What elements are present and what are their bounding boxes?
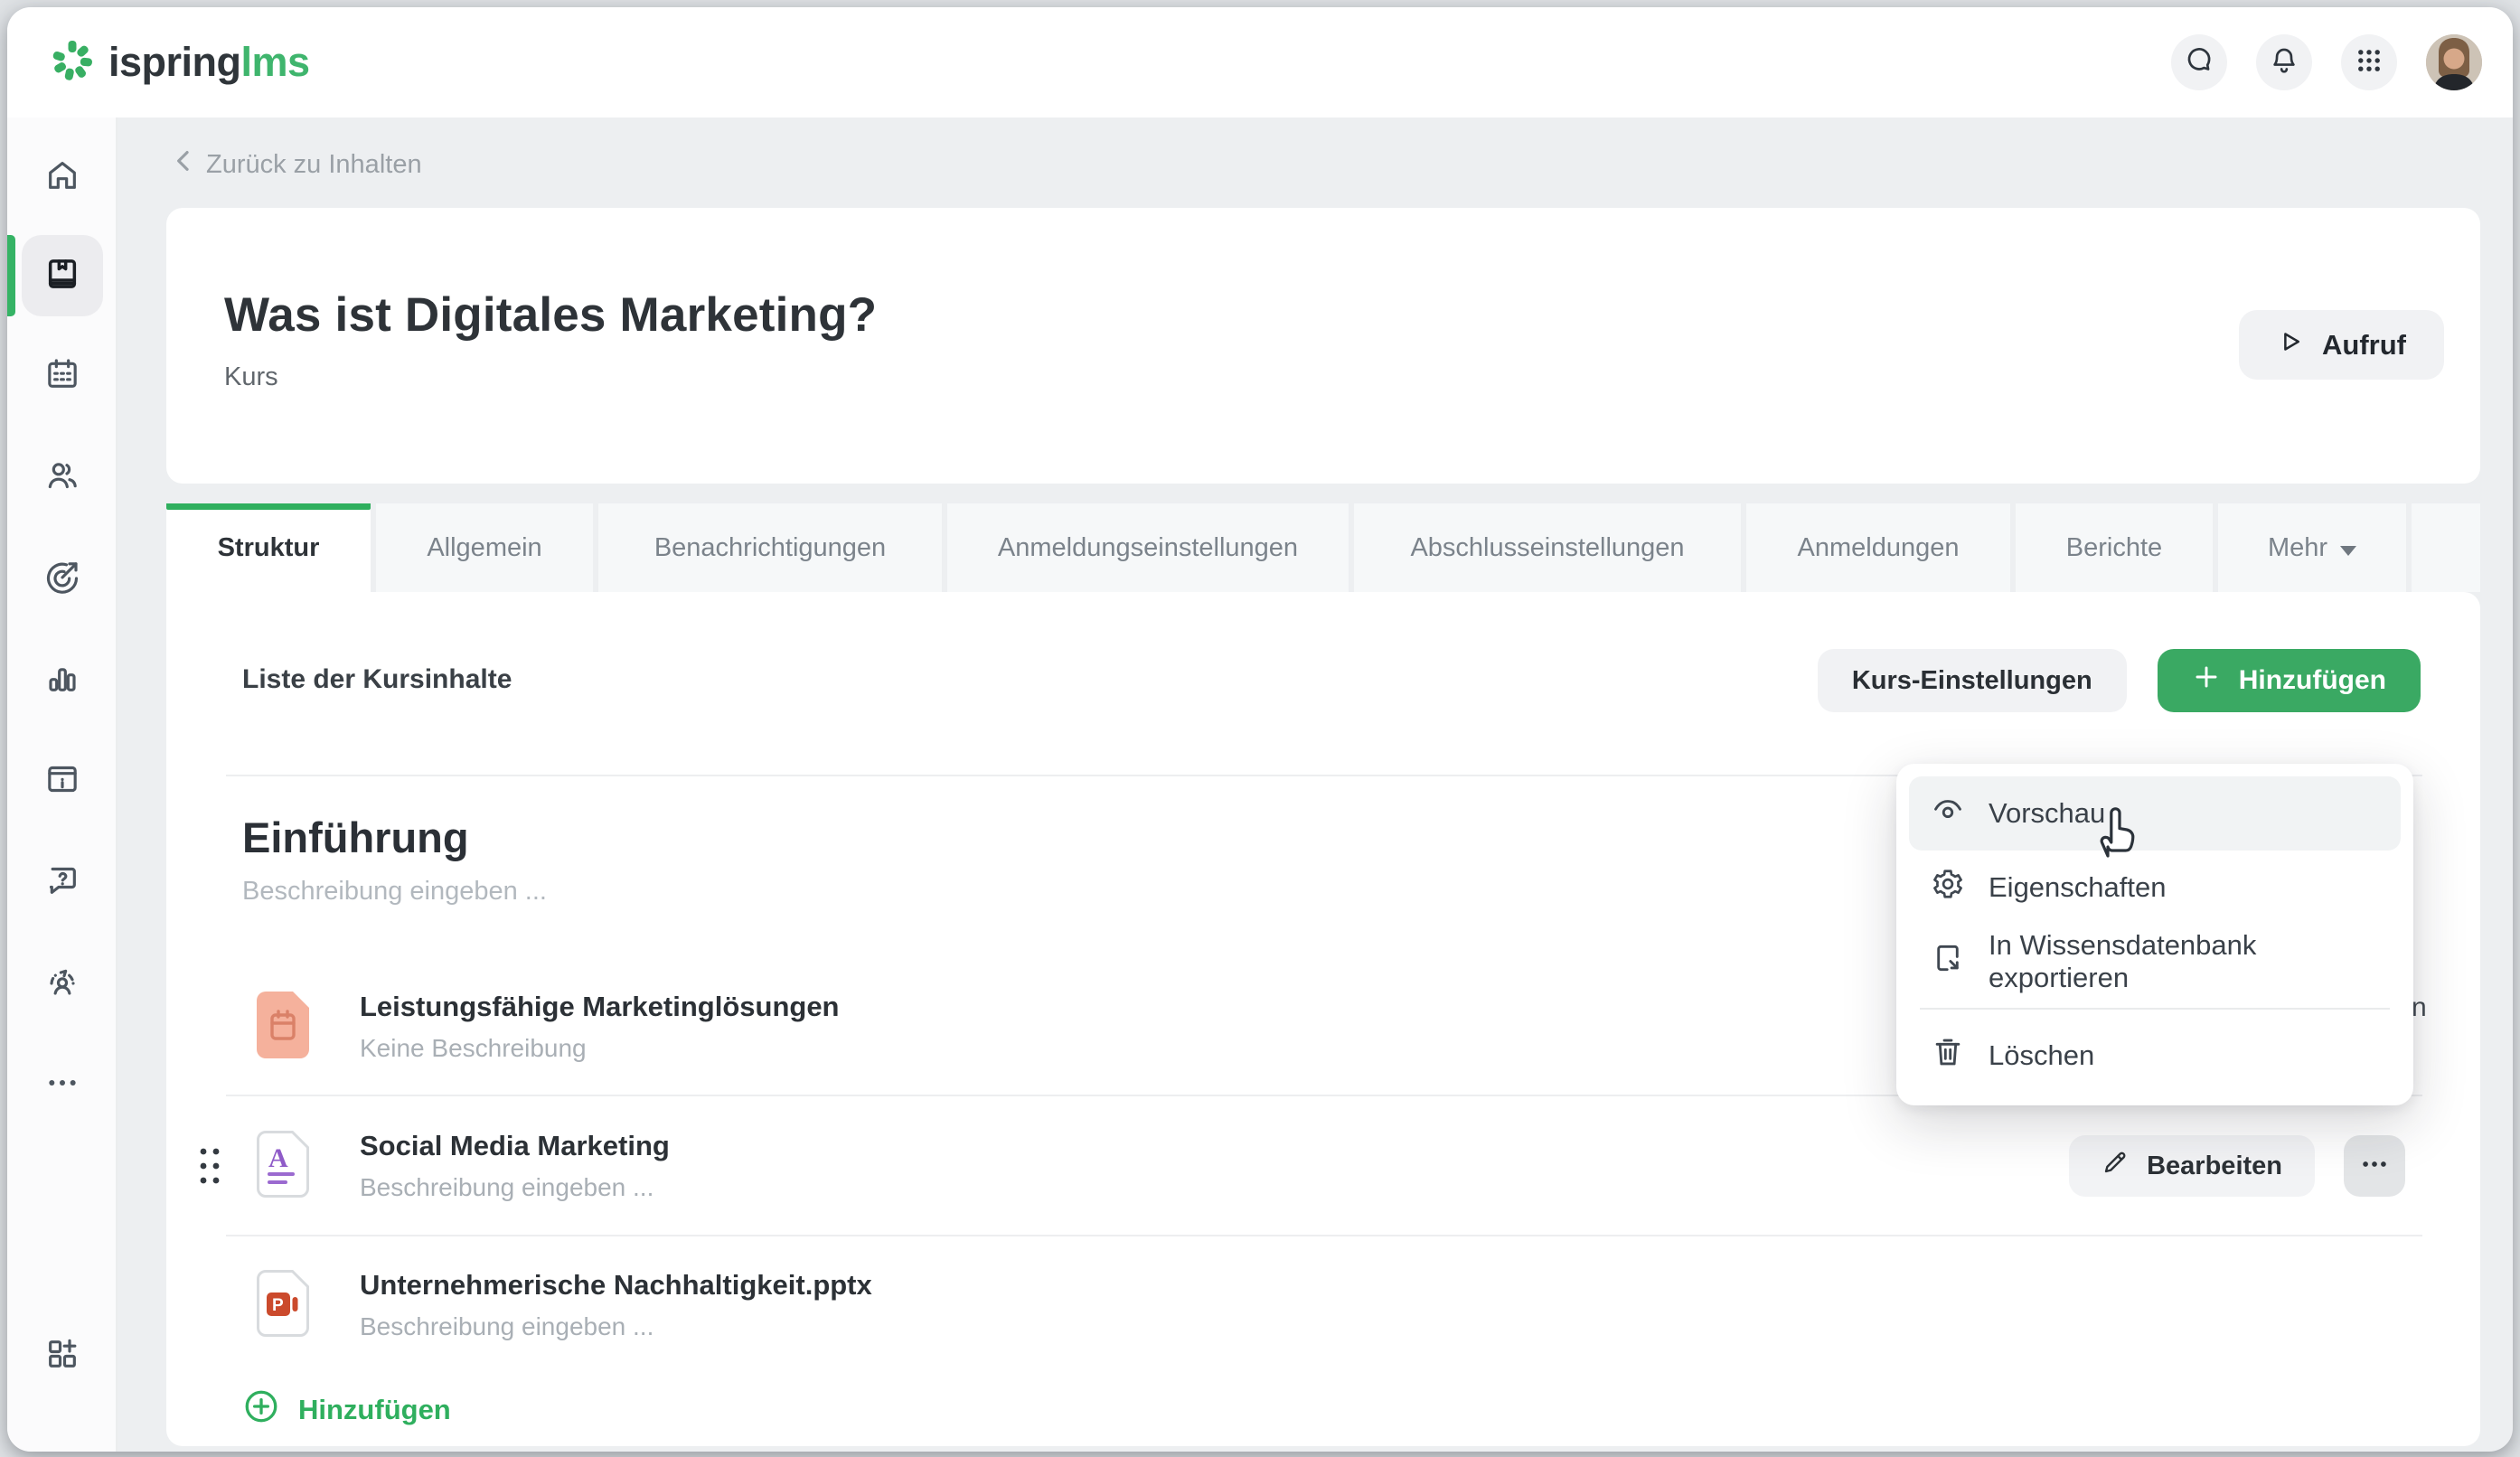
powerpoint-file-icon: P xyxy=(257,1270,309,1341)
list-title: Liste der Kursinhalte xyxy=(242,664,512,695)
add-content-button[interactable]: Hinzufügen xyxy=(2158,649,2421,712)
info-window-icon xyxy=(44,761,80,802)
play-icon xyxy=(2277,328,2304,362)
tab-berichte[interactable]: Berichte xyxy=(2016,503,2213,592)
bar-chart-icon xyxy=(44,660,80,700)
person-gauge-icon xyxy=(44,964,80,1004)
edit-button[interactable]: Bearbeiten xyxy=(2069,1135,2315,1197)
item-title: Social Media Marketing xyxy=(360,1130,670,1162)
book-icon xyxy=(44,256,80,296)
content-item-row[interactable]: P Unternehmerische Nachhaltigkeit.pptx B… xyxy=(166,1237,2480,1373)
item-description: Keine Beschreibung xyxy=(360,1034,840,1063)
plus-circle-icon xyxy=(242,1387,280,1433)
pencil-icon xyxy=(2102,1149,2129,1183)
grid-plus-icon xyxy=(44,1336,80,1377)
sidebar-item-goals[interactable] xyxy=(22,538,103,619)
calendar-icon xyxy=(44,356,80,397)
tab-benachrichtigungen[interactable]: Benachrichtigungen xyxy=(598,503,942,592)
course-tabs: Struktur Allgemein Benachrichtigungen An… xyxy=(166,503,2480,592)
menu-divider xyxy=(1920,1008,2390,1010)
bell-icon xyxy=(2269,45,2299,80)
sidebar-item-users[interactable] xyxy=(22,437,103,518)
chat-button[interactable] xyxy=(2171,34,2227,90)
tab-anmeldungseinstellungen[interactable]: Anmeldungseinstellungen xyxy=(947,503,1349,592)
sidebar xyxy=(7,118,118,1452)
trash-icon xyxy=(1931,1035,1965,1076)
menu-item-loeschen[interactable]: Löschen xyxy=(1909,1019,2401,1093)
sidebar-item-supervision[interactable] xyxy=(22,943,103,1024)
drag-handle[interactable] xyxy=(197,1145,222,1191)
sidebar-active-indicator xyxy=(7,235,15,316)
sidebar-item-reports[interactable] xyxy=(22,639,103,720)
ispring-flower-icon xyxy=(51,39,94,87)
topbar-actions xyxy=(2171,34,2482,90)
brand-logo[interactable]: ispringlms xyxy=(51,39,310,87)
menu-item-vorschau[interactable]: Vorschau xyxy=(1909,776,2401,851)
breadcrumb-back[interactable]: Zurück zu Inhalten xyxy=(174,146,2480,183)
user-avatar[interactable] xyxy=(2426,34,2482,90)
app-window: ispringlms xyxy=(7,7,2513,1452)
tab-abschlusseinstellungen[interactable]: Abschlusseinstellungen xyxy=(1354,503,1741,592)
eye-icon xyxy=(1931,793,1965,834)
svg-text:P: P xyxy=(272,1296,284,1315)
target-arrow-icon xyxy=(44,559,80,599)
interaction-file-icon xyxy=(257,992,309,1063)
tab-anmeldungen[interactable]: Anmeldungen xyxy=(1746,503,2010,592)
apps-grid-icon xyxy=(2354,45,2384,80)
sidebar-item-home[interactable] xyxy=(22,136,103,218)
chapter-description-placeholder[interactable]: Beschreibung eingeben ... xyxy=(242,877,547,907)
breadcrumb-label: Zurück zu Inhalten xyxy=(206,150,422,180)
svg-text:A: A xyxy=(268,1143,288,1173)
content-head-actions: Kurs-Einstellungen Hinzufügen xyxy=(1818,649,2421,712)
sidebar-item-apps[interactable] xyxy=(22,1315,103,1396)
apps-button[interactable] xyxy=(2341,34,2397,90)
app-screenshot: ispringlms xyxy=(0,0,2520,1457)
sidebar-item-courses[interactable] xyxy=(22,235,103,316)
row-actions: Bearbeiten xyxy=(2069,1135,2405,1197)
sidebar-item-more[interactable] xyxy=(22,1044,103,1125)
divider xyxy=(226,1235,2422,1236)
menu-item-export[interactable]: In Wissensdatenbank exportieren xyxy=(1909,925,2401,999)
occluded-label-fragment: n xyxy=(2412,992,2427,1023)
plus-icon xyxy=(2192,663,2221,699)
chapter-header[interactable]: Einführung Beschreibung eingeben ... xyxy=(242,813,547,907)
content-type-label: Kurs xyxy=(224,362,2480,392)
chapter-title: Einführung xyxy=(242,813,547,862)
topbar: ispringlms xyxy=(7,7,2513,118)
course-header-card: Was ist Digitales Marketing? Kurs Aufruf xyxy=(166,208,2480,484)
content-item-row[interactable]: A Social Media Marketing Beschreibung ei… xyxy=(166,1098,2480,1234)
notifications-button[interactable] xyxy=(2256,34,2312,90)
chevron-down-icon xyxy=(2340,546,2356,556)
help-bubble-icon xyxy=(44,862,80,903)
brand-wordmark: ispringlms xyxy=(108,39,310,86)
add-item-link[interactable]: Hinzufügen xyxy=(242,1387,451,1433)
item-title: Leistungsfähige Marketinglösungen xyxy=(360,991,840,1023)
sidebar-item-info-portal[interactable] xyxy=(22,740,103,822)
menu-item-eigenschaften[interactable]: Eigenschaften xyxy=(1909,851,2401,925)
sidebar-item-calendar[interactable] xyxy=(22,335,103,417)
chevron-left-icon xyxy=(174,149,192,180)
article-file-icon: A xyxy=(257,1131,309,1202)
home-icon xyxy=(44,157,80,198)
ellipsis-icon xyxy=(44,1065,80,1105)
sidebar-item-help[interactable] xyxy=(22,841,103,923)
item-title: Unternehmerische Nachhaltigkeit.pptx xyxy=(360,1269,872,1302)
preview-course-button[interactable]: Aufruf xyxy=(2239,310,2444,380)
export-icon xyxy=(1931,941,1965,982)
tab-overflow-stub xyxy=(2412,503,2480,592)
item-context-menu: Vorschau Eigenschaften In Wissensdatenba… xyxy=(1896,764,2413,1105)
ellipsis-icon xyxy=(2359,1149,2390,1184)
page-title: Was ist Digitales Marketing? xyxy=(224,287,2480,343)
users-icon xyxy=(44,457,80,498)
row-more-button[interactable] xyxy=(2344,1135,2405,1197)
tab-allgemein[interactable]: Allgemein xyxy=(376,503,593,592)
item-description: Beschreibung eingeben ... xyxy=(360,1173,670,1202)
chat-icon xyxy=(2184,45,2214,80)
course-settings-button[interactable]: Kurs-Einstellungen xyxy=(1818,649,2127,712)
item-description: Beschreibung eingeben ... xyxy=(360,1312,872,1341)
tab-struktur[interactable]: Struktur xyxy=(166,503,371,592)
gear-icon xyxy=(1931,867,1965,908)
tab-mehr[interactable]: Mehr xyxy=(2218,503,2406,592)
